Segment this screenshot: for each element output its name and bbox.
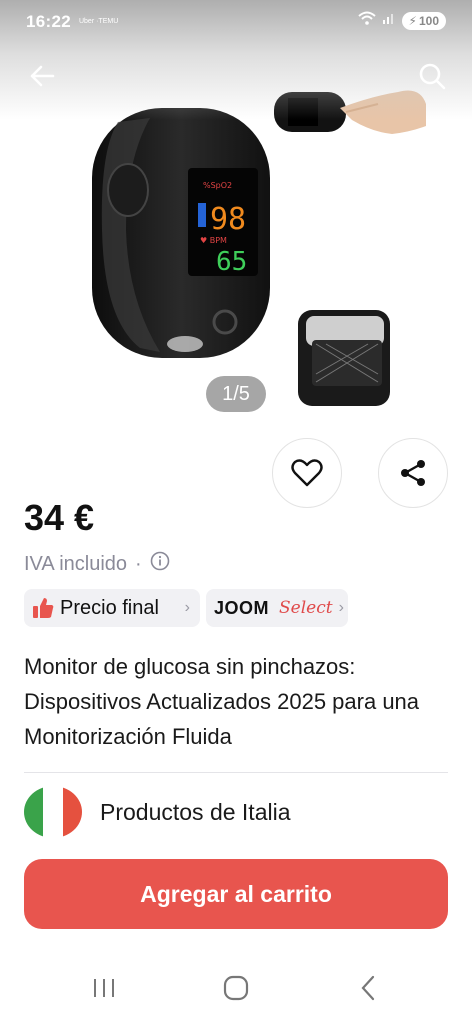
product-price: 34 € (24, 497, 95, 538)
final-price-badge[interactable]: Precio final › (24, 589, 200, 627)
status-bar: 16:22 Uber ·TEMU ⚡ 100 (0, 0, 472, 44)
thumbs-up-icon (33, 598, 54, 618)
back-arrow-icon (30, 65, 55, 87)
battery-level: 100 (418, 13, 439, 28)
search-button[interactable] (414, 58, 450, 94)
back-button[interactable] (24, 58, 60, 94)
recent-apps-icon (94, 979, 114, 997)
joom-logo-text: JOOM (214, 597, 270, 618)
heart-icon (291, 459, 323, 487)
info-icon[interactable] (150, 551, 170, 577)
signal-icon (382, 11, 396, 30)
wifi-icon (357, 11, 376, 30)
spo2-readout: 98 (210, 202, 246, 237)
home-icon (223, 975, 249, 1001)
chevron-right-icon: › (184, 599, 190, 616)
vat-separator: · (135, 552, 142, 575)
system-back-button[interactable] (352, 972, 384, 1004)
status-time: 16:22 (26, 12, 71, 31)
status-right: ⚡ 100 (357, 11, 446, 30)
gallery-counter: 1/5 (206, 376, 266, 412)
share-icon (401, 460, 425, 486)
vat-label: IVA incluido (24, 552, 128, 575)
joom-select-badge[interactable]: JOOM Select › (206, 589, 348, 627)
origin-label: Productos de Italia (100, 798, 291, 825)
flag-white (43, 786, 63, 838)
chevron-right-icon: › (338, 599, 344, 616)
add-to-cart-button[interactable]: Agregar al carrito (24, 859, 448, 929)
search-icon (419, 63, 446, 90)
favorite-button[interactable] (272, 438, 342, 508)
product-image-gallery[interactable]: %SpO2 98 ♥ BPM 65 (0, 0, 472, 425)
pulse-readout: 65 (216, 247, 247, 277)
system-back-icon (361, 975, 375, 1001)
divider (24, 772, 448, 773)
product-title: Monitor de glucosa sin pinchazos: Dispos… (24, 654, 420, 749)
share-button[interactable] (378, 438, 448, 508)
battery-indicator: ⚡ 100 (401, 11, 446, 30)
svg-text:♥ BPM: ♥ BPM (200, 236, 227, 245)
joom-select-text: Select (279, 598, 333, 618)
notification-icons: Uber ·TEMU (78, 18, 119, 25)
vat-row: IVA incluido · (24, 551, 170, 577)
flag-red (62, 786, 82, 838)
flag-green (24, 786, 44, 838)
recent-apps-button[interactable] (88, 972, 120, 1004)
system-navigation-bar (0, 958, 472, 1024)
origin-row[interactable]: Productos de Italia (24, 785, 291, 839)
svg-text:%SpO2: %SpO2 (203, 181, 232, 190)
battery-bolt-icon: ⚡ (408, 13, 417, 28)
final-price-label: Precio final (60, 596, 159, 619)
italy-flag-icon (24, 786, 82, 838)
home-button[interactable] (220, 972, 252, 1004)
